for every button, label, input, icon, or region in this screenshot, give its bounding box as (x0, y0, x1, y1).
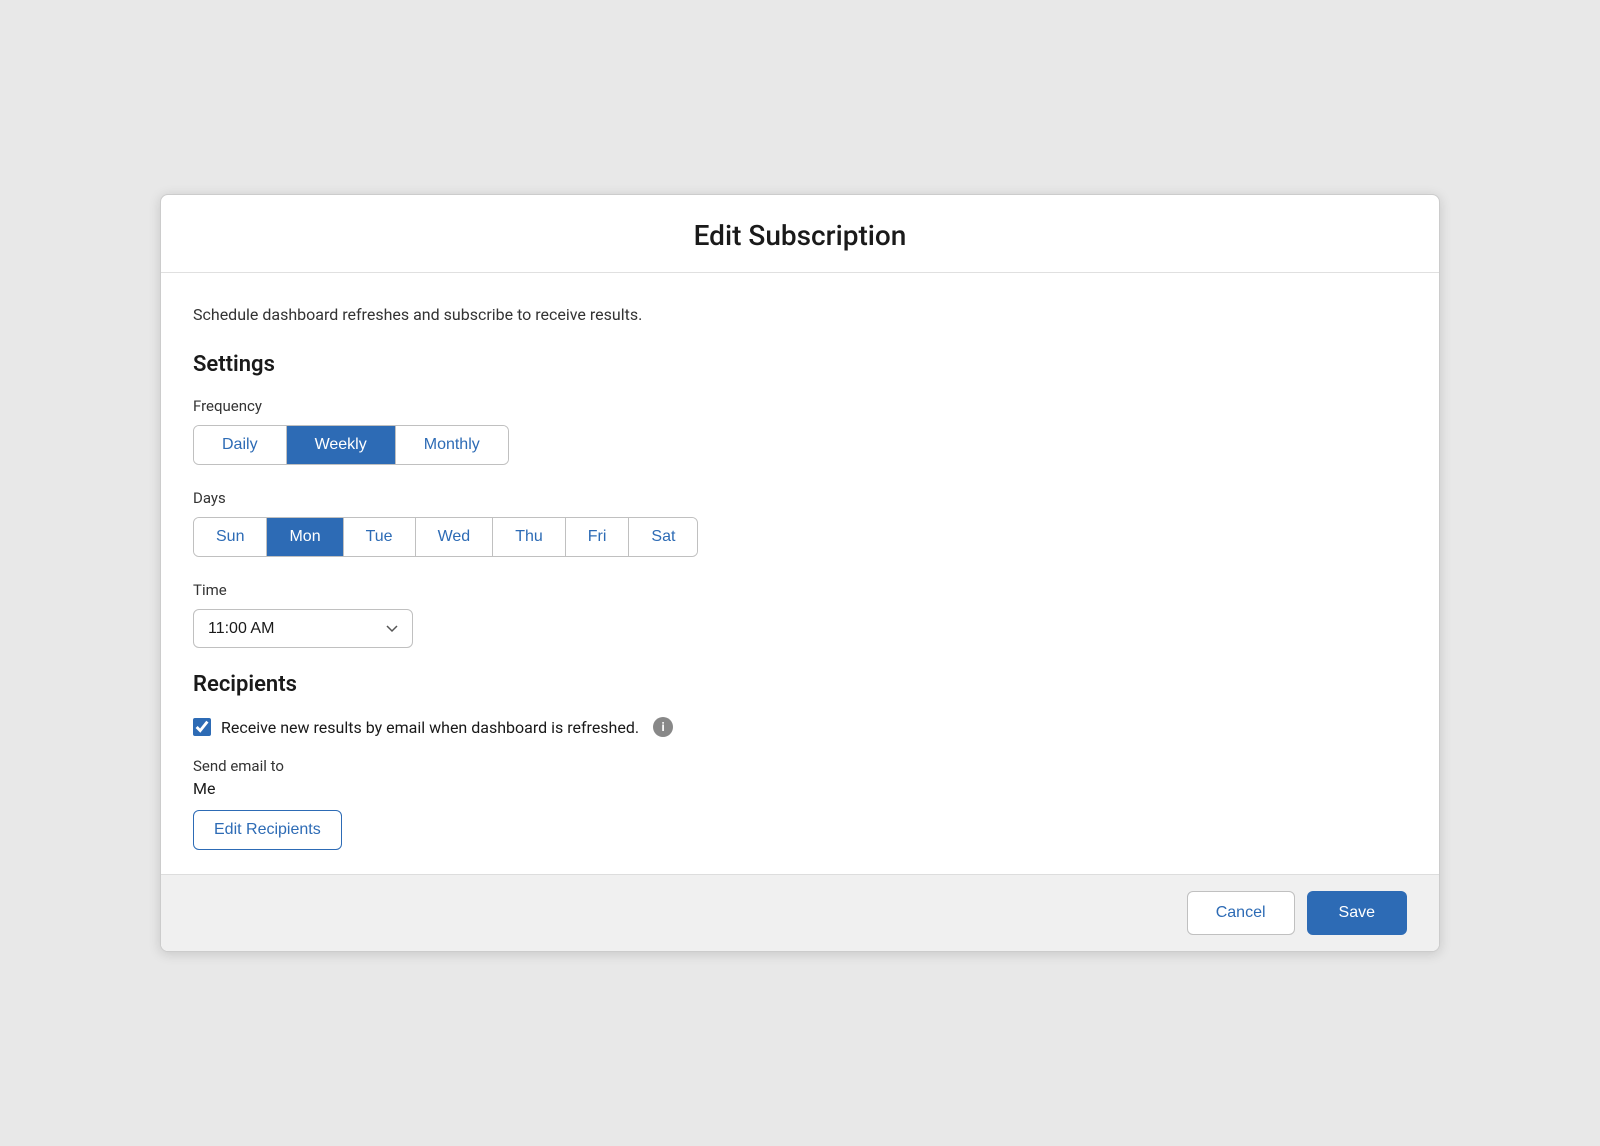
day-wed-button[interactable]: Wed (416, 518, 494, 556)
modal-footer: Cancel Save (161, 874, 1439, 951)
checkbox-row: Receive new results by email when dashbo… (193, 717, 1407, 737)
frequency-field-group: Frequency Daily Weekly Monthly (193, 397, 1407, 465)
frequency-button-group: Daily Weekly Monthly (193, 425, 509, 465)
frequency-label: Frequency (193, 397, 1407, 415)
time-field-group: Time 12:00 AM 1:00 AM 2:00 AM 3:00 AM 4:… (193, 581, 1407, 648)
time-label: Time (193, 581, 1407, 599)
modal-title: Edit Subscription (193, 219, 1407, 252)
days-button-group: Sun Mon Tue Wed Thu Fri Sat (193, 517, 698, 557)
edit-recipients-button[interactable]: Edit Recipients (193, 810, 342, 850)
send-email-value: Me (193, 779, 1407, 798)
edit-subscription-modal: Edit Subscription Schedule dashboard ref… (160, 194, 1440, 952)
day-sat-button[interactable]: Sat (629, 518, 697, 556)
recipients-section: Recipients Receive new results by email … (193, 672, 1407, 850)
frequency-weekly-button[interactable]: Weekly (287, 426, 396, 464)
info-icon: i (653, 717, 673, 737)
email-checkbox[interactable] (193, 718, 211, 736)
recipients-section-title: Recipients (193, 672, 1407, 697)
send-email-label: Send email to (193, 757, 1407, 775)
checkbox-label: Receive new results by email when dashbo… (221, 718, 639, 737)
days-field-group: Days Sun Mon Tue Wed Thu Fri Sat (193, 489, 1407, 557)
settings-section-title: Settings (193, 352, 1407, 377)
save-button[interactable]: Save (1307, 891, 1407, 935)
frequency-daily-button[interactable]: Daily (194, 426, 287, 464)
modal-header: Edit Subscription (161, 195, 1439, 273)
modal-body: Schedule dashboard refreshes and subscri… (161, 273, 1439, 874)
day-mon-button[interactable]: Mon (267, 518, 343, 556)
frequency-monthly-button[interactable]: Monthly (396, 426, 508, 464)
days-label: Days (193, 489, 1407, 507)
time-select[interactable]: 12:00 AM 1:00 AM 2:00 AM 3:00 AM 4:00 AM… (193, 609, 413, 648)
day-sun-button[interactable]: Sun (194, 518, 267, 556)
modal-description: Schedule dashboard refreshes and subscri… (193, 305, 1407, 324)
day-tue-button[interactable]: Tue (344, 518, 416, 556)
day-fri-button[interactable]: Fri (566, 518, 630, 556)
cancel-button[interactable]: Cancel (1187, 891, 1295, 935)
day-thu-button[interactable]: Thu (493, 518, 566, 556)
